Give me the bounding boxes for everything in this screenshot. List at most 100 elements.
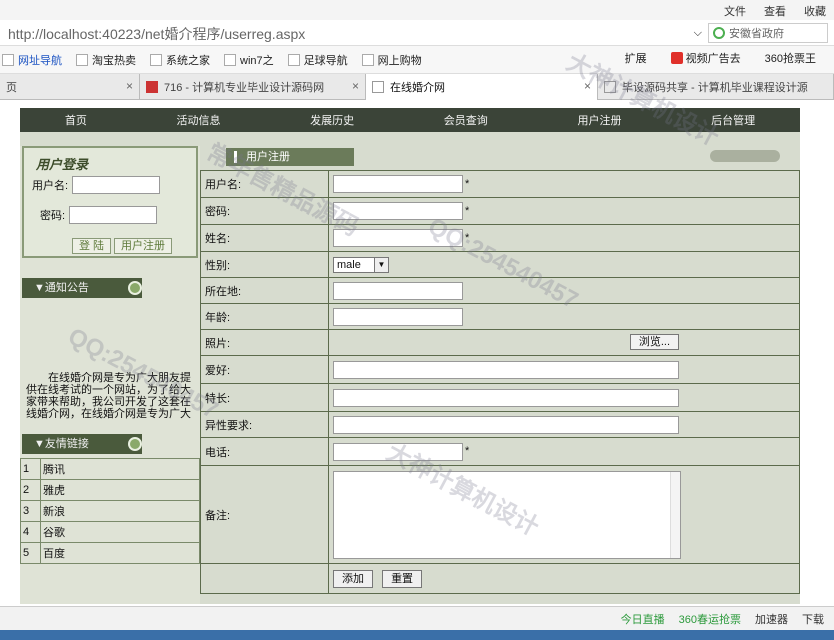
location-field-label: 所在地:	[200, 277, 329, 304]
specialty-field-label: 特长:	[200, 383, 329, 412]
login-button[interactable]: 登 陆	[72, 238, 112, 254]
link-row: 4 谷歌	[20, 521, 200, 543]
location-input[interactable]	[333, 281, 463, 300]
tab-strip: 页 × 716 - 计算机专业毕业设计源码网 × 在线婚介网 × 毕设源码共享 - 计…	[0, 74, 834, 100]
tab-active[interactable]: 在线婚介网 ×	[366, 74, 598, 100]
search-box[interactable]: 安徽省政府	[708, 23, 828, 43]
decorative-smudge	[710, 150, 780, 162]
bookmarks-bar: 网址导航 淘宝热卖 系统之家 win7之 足球导航 网上购物 扩展 视频广告去 …	[0, 46, 834, 74]
login-username-input[interactable]	[72, 176, 161, 194]
add-button[interactable]: 添加	[333, 569, 373, 588]
links-table: 1 腾讯 2 雅虎 3 新浪 4 谷歌 5 百度	[20, 458, 200, 564]
password-input[interactable]	[333, 202, 463, 220]
empty-cell	[200, 563, 329, 594]
required-mark: *	[465, 177, 470, 190]
nav-member-search[interactable]: 会员查询	[444, 112, 488, 128]
name-input[interactable]	[333, 229, 463, 247]
link-row: 5 百度	[20, 542, 200, 564]
required-mark: *	[465, 231, 470, 244]
gender-value: male	[337, 258, 361, 271]
requirement-input[interactable]	[333, 415, 679, 434]
page-icon	[372, 81, 384, 93]
bookmark-taobao[interactable]: 淘宝热卖	[76, 52, 136, 68]
accelerator-button[interactable]: 加速器	[755, 611, 788, 627]
link-number: 5	[20, 542, 41, 564]
close-icon[interactable]: ×	[126, 79, 133, 93]
link-google[interactable]: 谷歌	[40, 521, 200, 543]
bookmark-icon	[224, 53, 236, 66]
nav-activities[interactable]: 活动信息	[176, 112, 220, 128]
bookmark-football[interactable]: 足球导航	[287, 52, 348, 68]
bookmark-system[interactable]: 系统之家	[150, 52, 210, 68]
menu-favorites[interactable]: 收藏	[804, 3, 826, 19]
address-bar-row: http://localhost:40223/net婚介程序/userreg.a…	[0, 20, 834, 46]
orb-icon	[128, 437, 142, 451]
menu-file[interactable]: 文件	[724, 3, 746, 19]
link-yahoo[interactable]: 雅虎	[40, 479, 200, 501]
bookmark-icon	[150, 53, 162, 66]
login-panel: 用户登录 用户名: 密码: 登 陆 用户注册	[22, 146, 198, 258]
link-number: 2	[20, 479, 41, 501]
link-tencent[interactable]: 腾讯	[40, 458, 200, 480]
bookmark-icon	[76, 53, 88, 66]
page-icon	[604, 81, 616, 93]
nav-history[interactable]: 发展历史	[310, 112, 354, 128]
register-button[interactable]: 用户注册	[114, 238, 172, 254]
nav-register[interactable]: 用户注册	[577, 112, 621, 128]
menu-view[interactable]: 查看	[764, 3, 786, 19]
required-mark: *	[465, 445, 470, 458]
nav-admin[interactable]: 后台管理	[711, 112, 755, 128]
download-button[interactable]: 下载	[802, 611, 824, 627]
link-baidu[interactable]: 百度	[40, 542, 200, 564]
link-row: 3 新浪	[20, 500, 200, 522]
address-input[interactable]: http://localhost:40223/net婚介程序/userreg.a…	[8, 24, 305, 44]
textarea-scrollbar[interactable]	[670, 471, 680, 558]
gender-select[interactable]: male ▼	[333, 256, 389, 273]
extensions-button[interactable]: 扩展	[625, 50, 647, 66]
remark-textarea[interactable]	[333, 470, 681, 559]
page-viewport: 首页 活动信息 发展历史 会员查询 用户注册 后台管理 用户登录 用户名: 密码…	[0, 100, 834, 610]
live-button[interactable]: 今日直播	[621, 611, 665, 627]
taskbar	[0, 630, 834, 640]
password-label: 密码:	[40, 210, 66, 222]
password-field-label: 密码:	[200, 197, 329, 225]
bookmark-win7[interactable]: win7之	[224, 52, 274, 68]
login-password-input[interactable]	[69, 206, 158, 224]
required-mark: *	[465, 204, 470, 217]
bookmark-icon	[361, 53, 374, 66]
age-input[interactable]	[333, 307, 463, 326]
ticket-button[interactable]: 360抢票王	[765, 50, 816, 66]
search-engine-icon	[713, 27, 725, 39]
username-field-label: 用户名:	[200, 170, 329, 198]
hobby-field-label: 爱好:	[200, 355, 329, 384]
browse-button[interactable]: 浏览...	[629, 334, 679, 350]
photo-field-label: 照片:	[200, 329, 329, 356]
tab-source-site[interactable]: 716 - 计算机专业毕业设计源码网 ×	[140, 74, 366, 100]
browser-menu-bar: 文件 查看 收藏	[0, 0, 834, 20]
reset-button[interactable]: 重置	[382, 569, 423, 588]
requirement-field-label: 异性要求:	[200, 411, 329, 438]
chevron-down-icon[interactable]: ⌵	[694, 27, 702, 40]
bookmark-shopping[interactable]: 网上购物	[361, 52, 422, 68]
phone-input[interactable]	[333, 442, 463, 461]
top-nav: 首页 活动信息 发展历史 会员查询 用户注册 后台管理	[20, 108, 800, 132]
hobby-input[interactable]	[333, 360, 679, 379]
tab-page[interactable]: 页 ×	[0, 74, 140, 100]
nav-home[interactable]: 首页	[65, 112, 87, 128]
tab-share[interactable]: 毕设源码共享 - 计算机毕业课程设计源	[598, 74, 834, 100]
specialty-input[interactable]	[333, 388, 679, 407]
link-sina[interactable]: 新浪	[40, 500, 200, 522]
close-icon[interactable]: ×	[584, 79, 591, 93]
bookmark-icon	[2, 53, 14, 66]
notice-header: ▼通知公告	[22, 278, 198, 298]
video-ad-button[interactable]: 视频广告去	[670, 50, 741, 66]
ticket-status-button[interactable]: 360春运抢票	[679, 611, 741, 627]
links-header: ▼友情链接	[22, 434, 198, 454]
close-icon[interactable]: ×	[352, 79, 359, 93]
username-input[interactable]	[333, 175, 463, 193]
links-heading: ▼友情链接	[22, 434, 142, 454]
bookmark-nav[interactable]: 网址导航	[2, 52, 62, 68]
dropdown-arrow-icon: ▼	[374, 257, 388, 272]
sidebar: 用户登录 用户名: 密码: 登 陆 用户注册 ▼通知公告 在线婚介网是专为广大朋…	[20, 146, 200, 604]
login-title: 用户登录	[36, 157, 89, 172]
